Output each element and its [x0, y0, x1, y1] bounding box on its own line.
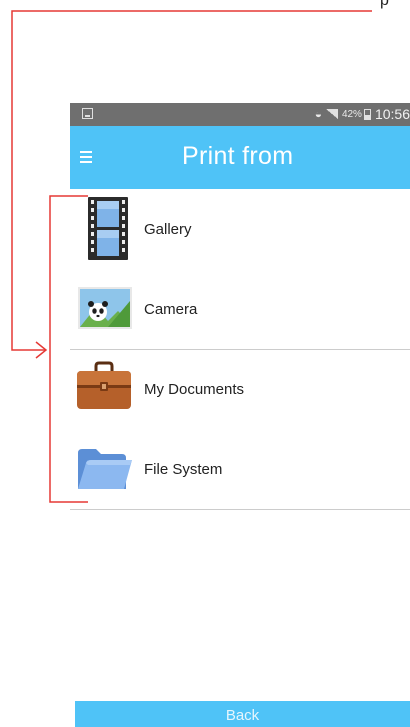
cropped-heading-text: p [380, 0, 389, 9]
wifi-icon: ◒ [314, 107, 322, 121]
page-title: Print from [182, 142, 294, 170]
source-label: Camera [144, 301, 198, 318]
section-divider [70, 349, 410, 350]
annotation-arrowhead [35, 341, 48, 359]
clock: 10:56 [374, 106, 410, 122]
gallery-notification-icon [82, 108, 93, 119]
panda-photo-icon [78, 287, 132, 329]
source-item-file-system[interactable]: File System [70, 429, 410, 509]
source-item-camera[interactable]: Camera [70, 269, 410, 349]
status-bar: ◒ 42% 10:56 [70, 103, 410, 126]
source-label: Gallery [144, 221, 192, 238]
hamburger-menu-icon[interactable] [80, 151, 92, 163]
film-strip-icon [88, 197, 128, 260]
source-label: My Documents [144, 381, 245, 398]
battery-percent: 42% [341, 108, 362, 120]
source-item-gallery[interactable]: Gallery [70, 189, 410, 269]
battery-icon [363, 108, 371, 120]
list-bottom-divider [70, 509, 410, 510]
status-indicators: ◒ 42% 10:56 [315, 106, 410, 122]
app-bar: Print from [70, 126, 410, 189]
source-label: File System [144, 461, 223, 478]
source-item-my-documents[interactable]: My Documents [70, 349, 410, 429]
folder-icon [78, 449, 132, 489]
back-button[interactable]: Back [75, 701, 410, 727]
briefcase-icon [77, 361, 131, 409]
screenshot-canvas: p ◒ 42% 10:56 Print from Gallery Camera … [0, 0, 410, 727]
signal-icon [325, 109, 338, 119]
